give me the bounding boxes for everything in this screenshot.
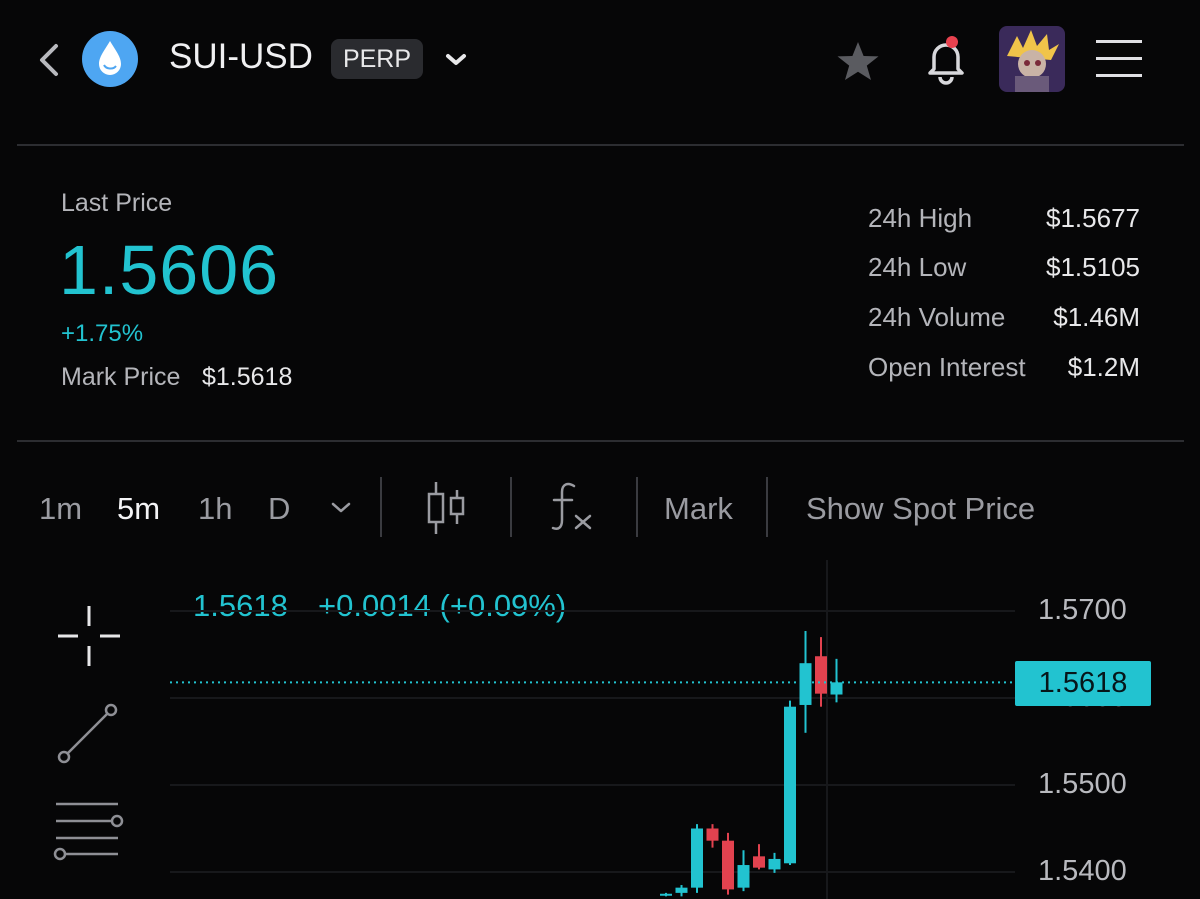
- chevron-down-icon[interactable]: [328, 498, 354, 518]
- candle-body: [737, 865, 750, 888]
- stat-label: 24h Volume: [868, 302, 1006, 332]
- toolbar-separator: [380, 477, 382, 537]
- candle-body: [768, 858, 781, 870]
- hamburger-menu-icon[interactable]: [1096, 38, 1144, 80]
- sui-logo-icon: [82, 31, 138, 87]
- star-icon[interactable]: [836, 40, 880, 84]
- candle: [815, 637, 827, 707]
- stat-value: $1.5677: [1046, 203, 1140, 233]
- divider: [17, 144, 1184, 146]
- mark-price-value: $1.5618: [202, 363, 293, 391]
- header: SUI-USD PERP: [0, 0, 1200, 120]
- bell-icon[interactable]: [920, 33, 972, 85]
- toolbar-separator: [510, 477, 512, 537]
- timeframe-1h[interactable]: 1h: [198, 491, 232, 527]
- candle: [691, 824, 703, 893]
- y-axis-tick: 1.5500: [1038, 768, 1127, 800]
- candle-body: [784, 706, 796, 864]
- candle: [784, 700, 796, 866]
- candle: [722, 832, 734, 895]
- divider: [17, 440, 1184, 442]
- toolbar-separator: [636, 477, 638, 537]
- candle-body: [799, 663, 812, 705]
- candle: [706, 824, 719, 848]
- perp-badge: PERP: [331, 39, 423, 79]
- last-price-label: Last Price: [61, 189, 173, 217]
- candle-body: [753, 856, 765, 868]
- stat-value: $1.2M: [1067, 352, 1140, 382]
- candle-body: [722, 840, 734, 890]
- candle-body: [830, 682, 843, 695]
- stat-label: 24h Low: [868, 252, 967, 282]
- toolbar-separator: [766, 477, 768, 537]
- stat-value: $1.5105: [1046, 252, 1140, 282]
- chevron-left-icon[interactable]: [34, 42, 64, 78]
- show-spot-price-toggle[interactable]: Show Spot Price: [806, 491, 1035, 527]
- avatar[interactable]: [999, 26, 1065, 92]
- timeframe-d[interactable]: D: [268, 491, 290, 527]
- candle-body: [691, 828, 703, 888]
- candle-body: [706, 828, 719, 841]
- mark-price-label: Mark Price: [61, 363, 181, 391]
- candle: [675, 885, 688, 897]
- function-fx-icon[interactable]: [550, 480, 596, 532]
- stat-value: $1.46M: [1053, 302, 1140, 332]
- symbol-title[interactable]: SUI-USD: [169, 37, 313, 77]
- candle-body: [660, 893, 672, 896]
- candle: [660, 892, 672, 897]
- price-change-percent: +1.75%: [61, 320, 144, 347]
- last-price: 1.5606: [59, 231, 280, 309]
- timeframe-1m[interactable]: 1m: [39, 491, 82, 527]
- candle: [737, 850, 750, 892]
- candle-body: [815, 656, 827, 694]
- y-axis-tick: 1.5700: [1038, 594, 1127, 626]
- timeframe-5m[interactable]: 5m: [117, 491, 160, 527]
- current-price-tag: 1.5618: [1015, 661, 1151, 706]
- y-axis-tick: 1.5400: [1038, 855, 1127, 887]
- candle-body: [675, 887, 688, 893]
- candle: [753, 844, 765, 870]
- candle: [830, 658, 843, 703]
- chevron-down-icon[interactable]: [443, 50, 469, 70]
- candlestick-icon[interactable]: [424, 480, 468, 536]
- stat-label: Open Interest: [868, 352, 1026, 382]
- mark-toggle[interactable]: Mark: [664, 491, 733, 527]
- stat-label: 24h High: [868, 203, 973, 233]
- candle: [768, 852, 781, 873]
- candlestick-chart[interactable]: [0, 560, 1200, 899]
